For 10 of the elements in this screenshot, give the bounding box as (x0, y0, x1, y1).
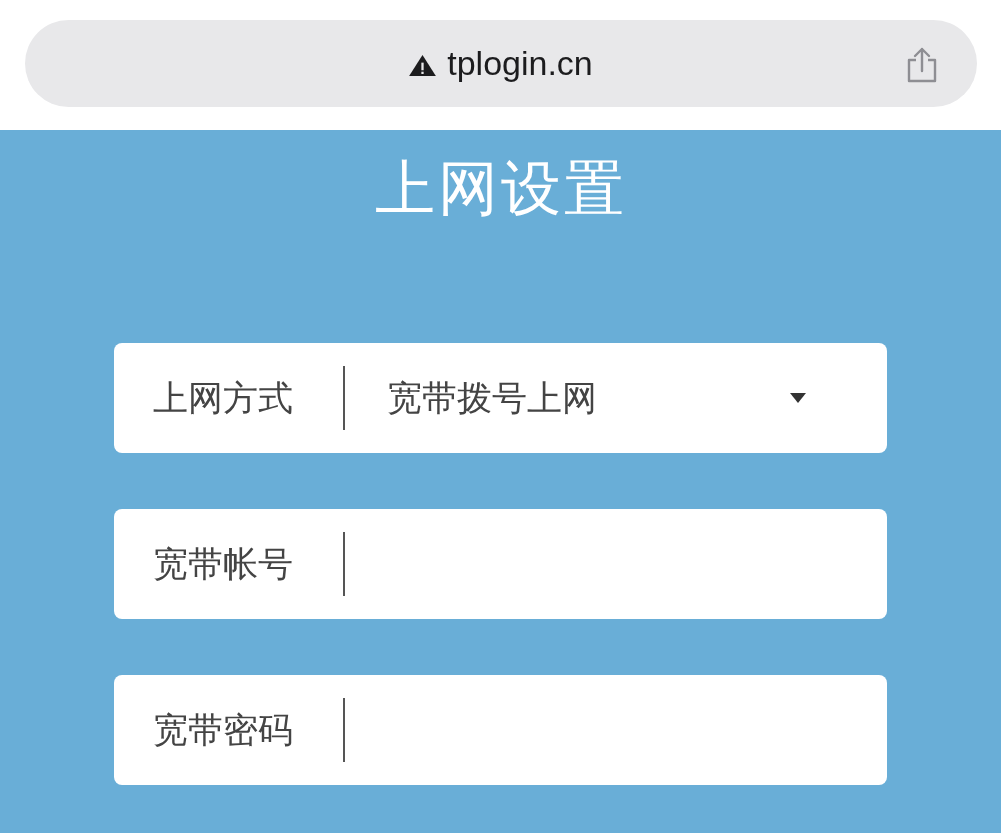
warning-icon (409, 55, 437, 76)
field-label: 宽带帐号 (153, 542, 294, 586)
field-label: 宽带密码 (153, 708, 294, 752)
page-title: 上网设置 (374, 152, 627, 224)
field-label: 上网方式 (153, 376, 294, 420)
url-text: tplogin.cn (447, 44, 593, 83)
dropdown-select[interactable]: 宽带拨号上网 (345, 343, 887, 453)
caret-icon (790, 393, 806, 403)
address-bar[interactable]: tplogin.cn (25, 20, 977, 107)
share-icon[interactable] (905, 47, 939, 83)
